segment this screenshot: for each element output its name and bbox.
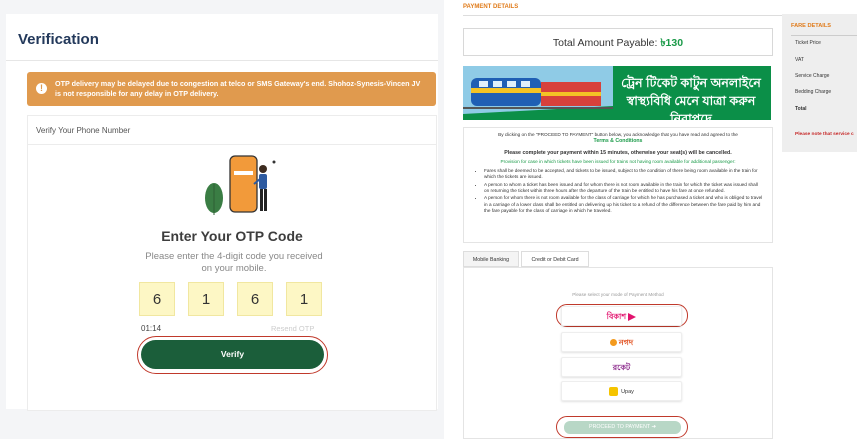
terms-section: By clicking on the "PROCEED TO PAYMENT" …: [463, 127, 773, 243]
total-label: Total Amount Payable:: [552, 37, 661, 49]
terms-list: Fares shall be deemed to be accepted, an…: [484, 168, 764, 214]
list-item: A person for whom there is not room avai…: [484, 195, 764, 214]
fare-title: FARE DETAILS: [791, 23, 831, 29]
rocket-option[interactable]: রকেট: [561, 357, 682, 377]
total-amount-box: Total Amount Payable: ৳130: [463, 28, 773, 56]
fare-details-panel: FARE DETAILS Ticket Price VAT Service Ch…: [782, 14, 857, 152]
phone-label: Verify Your Phone Number: [36, 126, 131, 135]
bkash-bird-icon: [628, 312, 637, 321]
fare-divider: [791, 35, 857, 36]
page-title: Verification: [18, 31, 99, 48]
tab-credit-debit-card[interactable]: Credit or Debit Card: [521, 251, 589, 267]
terms-link[interactable]: Terms & Conditions: [472, 138, 764, 144]
otp-digit-4[interactable]: 1: [286, 282, 322, 316]
exclamation-icon: !: [36, 83, 47, 94]
otp-subtitle: Please enter the 4-digit code you receiv…: [145, 251, 323, 274]
bkash-option[interactable]: বিকাশ: [561, 306, 682, 326]
tab-mobile-banking[interactable]: Mobile Banking: [463, 251, 519, 267]
total-value: ৳130: [660, 37, 684, 49]
provision-text: Provision for case in which tickets have…: [500, 158, 736, 164]
nagad-logo-icon: [609, 339, 617, 347]
banner-line-2: স্বাস্থ্যবিধি মেনে যাত্রা করুন নিরাপদে: [626, 94, 756, 120]
fare-total: Total: [795, 106, 807, 112]
verify-phone-section: Verify Your Phone Number Enter Your OTP …: [27, 115, 437, 411]
upay-option[interactable]: Upay: [561, 381, 682, 401]
otp-digit-2[interactable]: 1: [188, 282, 224, 316]
fare-vat: VAT: [795, 57, 804, 63]
fare-service-charge: Service Charge: [795, 73, 830, 79]
proceed-to-payment-button[interactable]: PROCEED TO PAYMENT ➔: [564, 421, 681, 434]
payment-title-divider: [463, 15, 783, 16]
upay-logo-icon: [609, 387, 619, 397]
fare-note: Please note that service c: [795, 132, 854, 137]
train-icon: [463, 66, 613, 120]
fare-ticket-price: Ticket Price: [795, 40, 821, 46]
banner-line-1: ট্রেন টিকেট কাটুন অনলাইনে: [621, 76, 761, 90]
verify-button[interactable]: Verify: [141, 340, 324, 369]
rocket-label: রকেট: [612, 363, 631, 372]
select-method-label: Please select your mode of Payment Metho…: [572, 292, 664, 297]
payment-section-title: PAYMENT DETAILS: [463, 4, 519, 10]
otp-illustration-icon: [205, 155, 276, 215]
bkash-label: বিকাশ: [606, 312, 627, 321]
verification-panel: Verification ! OTP delivery may be delay…: [0, 0, 444, 439]
nagad-label: নগদ: [618, 338, 634, 347]
otp-digit-1[interactable]: 6: [139, 282, 175, 316]
fare-bedding-charge: Bedding Charge: [795, 89, 832, 95]
banner-text: ট্রেন টিকেট কাটুন অনলাইনে স্বাস্থ্যবিধি …: [611, 74, 771, 120]
resend-otp-link[interactable]: Resend OTP: [271, 324, 314, 333]
list-item: A person to whom a ticket has been issue…: [484, 182, 764, 195]
list-item: Fares shall be deemed to be accepted, an…: [484, 168, 764, 181]
otp-digit-3[interactable]: 6: [237, 282, 273, 316]
otp-delay-alert: ! OTP delivery may be delayed due to con…: [27, 72, 436, 106]
otp-title: Enter Your OTP Code: [161, 228, 303, 244]
promo-banner: ট্রেন টিকেট কাটুন অনলাইনে স্বাস্থ্যবিধি …: [463, 66, 771, 120]
title-divider: [6, 60, 438, 61]
alert-text: OTP delivery may be delayed due to conge…: [55, 79, 421, 98]
payment-methods-box: Please select your mode of Payment Metho…: [463, 267, 773, 439]
nagad-option[interactable]: নগদ: [561, 332, 682, 352]
section-divider: [28, 144, 436, 145]
payment-time-warning: Please complete your payment within 15 m…: [504, 149, 732, 156]
upay-label: Upay: [621, 389, 634, 395]
otp-timer: 01:14: [141, 324, 162, 333]
